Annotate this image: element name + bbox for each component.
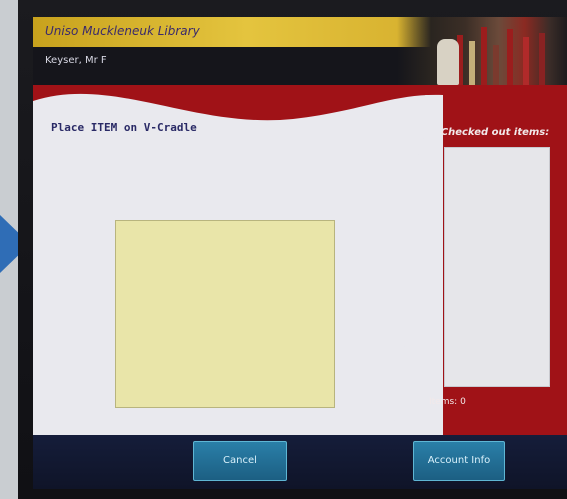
library-photo [397,17,567,85]
v-cradle-area [115,220,335,408]
account-info-button[interactable]: Account Info [413,441,505,481]
shelf-book [539,33,545,85]
checked-out-list[interactable] [444,147,550,387]
user-name: Keyser, Mr F [45,55,107,66]
shelf-book [493,45,499,85]
kiosk-screen: Uniso Muckleneuk Library Keyser, Mr F Pl… [33,17,567,489]
shelf-book [481,27,487,85]
cancel-button[interactable]: Cancel [193,441,287,481]
person-in-photo [437,39,459,85]
checked-out-heading: Checked out items: [440,127,550,138]
shelf-book [469,41,475,85]
shelf-book [523,37,529,85]
instruction-text: Place ITEM on V-Cradle [51,121,197,134]
shelf-book [507,29,513,85]
items-count: Items: 0 [429,397,466,407]
library-title: Uniso Muckleneuk Library [45,24,200,38]
